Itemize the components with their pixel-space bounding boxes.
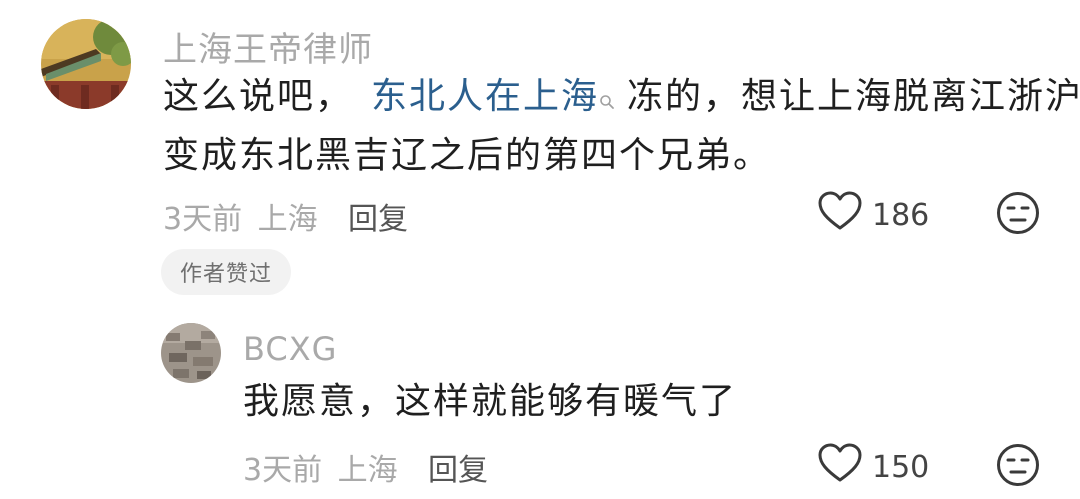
like-count: 186: [872, 197, 930, 233]
reply-button[interactable]: 回复: [348, 194, 408, 238]
reply-like-button[interactable]: 150: [818, 443, 929, 491]
comment-location: 上海: [257, 202, 318, 237]
reply-dislike-button[interactable]: [996, 443, 1040, 491]
comment-text-line1: 这么说吧， 东北人在上海 冻的，想让上海脱离江浙沪，: [163, 68, 1080, 128]
comment-text-line2: 变成东北黑吉辽之后的第四个兄弟。: [163, 135, 772, 176]
comment-text-after: 冻的，想让上海脱离江浙沪，: [627, 76, 1080, 117]
comment-text-before: 这么说吧，: [163, 76, 354, 117]
reply-time: 3天前: [243, 453, 323, 488]
comment-thread: 上海王帝律师 这么说吧， 东北人在上海 冻的，想让上海脱离江浙沪， 变成东北黑吉辽之…: [0, 0, 1080, 499]
comment-time: 3天前: [163, 202, 243, 237]
dislike-face-icon: [996, 192, 1040, 239]
reply-reply-button[interactable]: 回复: [428, 445, 488, 489]
comment-meta: 3天前 上海: [163, 194, 318, 238]
reply-location: 上海: [337, 453, 398, 488]
reply-text: 我愿意，这样就能够有暖气了: [243, 381, 738, 422]
search-icon[interactable]: [599, 70, 615, 128]
dislike-face-icon: [996, 444, 1040, 491]
reply-like-count: 150: [872, 449, 930, 485]
like-button[interactable]: 186: [818, 191, 929, 239]
author-liked-badge: 作者赞过: [161, 249, 291, 295]
heart-icon: [818, 191, 862, 239]
dislike-button[interactable]: [996, 191, 1040, 239]
reply-username[interactable]: BCXG: [243, 330, 337, 368]
avatar[interactable]: [41, 19, 131, 109]
heart-icon: [818, 443, 862, 491]
comment-username[interactable]: 上海王帝律师: [163, 22, 373, 71]
topic-link[interactable]: 东北人在上海: [371, 76, 599, 117]
reply-meta: 3天前 上海: [243, 445, 398, 489]
reply-avatar[interactable]: [161, 323, 221, 383]
